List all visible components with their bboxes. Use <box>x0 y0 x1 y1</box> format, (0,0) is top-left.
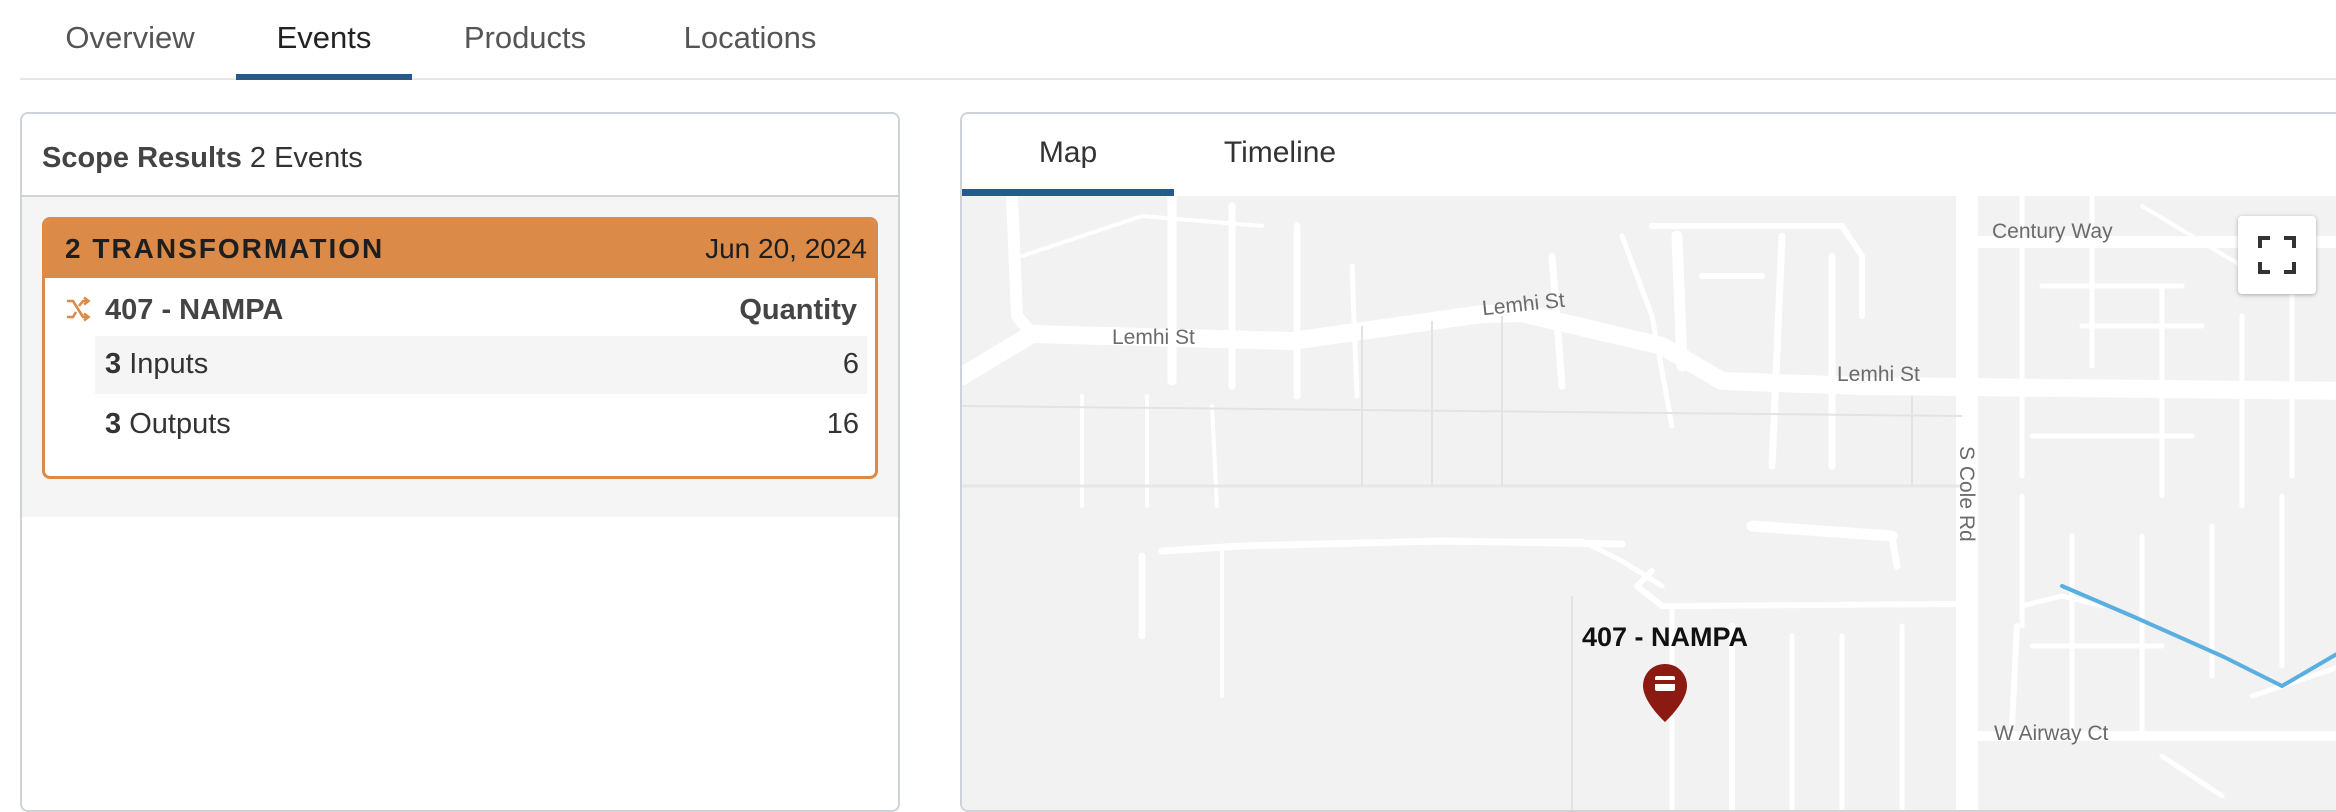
outputs-row[interactable]: 3 Outputs 16 <box>95 396 867 454</box>
marker-label: 407 - NAMPA <box>1582 622 1749 652</box>
map-panel: Map Timeline Century Way Lemhi St Lemhi … <box>960 112 2336 812</box>
tab-map[interactable]: Map <box>962 114 1174 196</box>
event-card-header: 2 TRANSFORMATION Jun 20, 2024 <box>45 220 875 278</box>
inputs-row[interactable]: 3 Inputs 6 <box>95 336 867 394</box>
map-tab-bar: Map Timeline <box>962 114 2336 197</box>
tab-timeline[interactable]: Timeline <box>1174 114 1386 196</box>
fullscreen-button[interactable] <box>2238 216 2316 294</box>
street-label-s-cole-rd: S Cole Rd <box>1955 446 1978 542</box>
outputs-quantity: 16 <box>826 408 859 440</box>
map-streets <box>962 196 2336 810</box>
tab-locations[interactable]: Locations <box>640 14 860 80</box>
scope-results-count: 2 Events <box>249 142 363 174</box>
event-location-name: 407 - NAMPA <box>105 294 284 326</box>
fullscreen-icon <box>2258 236 2296 274</box>
results-list: 2 TRANSFORMATION Jun 20, 2024 407 - NAMP… <box>22 197 898 517</box>
inputs-quantity: 6 <box>842 348 859 380</box>
map-canvas[interactable]: Century Way Lemhi St Lemhi St Lemhi St S… <box>962 196 2336 810</box>
tab-overview[interactable]: Overview <box>40 14 220 80</box>
event-type: 2 TRANSFORMATION <box>65 233 385 264</box>
scope-results-panel: Scope Results 2 Events 2 TRANSFORMATION … <box>20 112 900 812</box>
scope-results-header: Scope Results 2 Events <box>22 114 898 197</box>
scope-results-title: Scope Results <box>42 142 242 174</box>
event-card[interactable]: 2 TRANSFORMATION Jun 20, 2024 407 - NAMP… <box>42 217 878 479</box>
inputs-count: 3 <box>105 348 122 380</box>
street-label-lemhi-3: Lemhi St <box>1837 363 1920 386</box>
event-location-row: 407 - NAMPA Quantity <box>45 278 875 336</box>
outputs-label: Outputs <box>121 408 231 440</box>
event-date: Jun 20, 2024 <box>705 233 867 264</box>
street-label-lemhi-1: Lemhi St <box>1112 326 1195 349</box>
outputs-count: 3 <box>105 408 122 440</box>
quantity-header: Quantity <box>739 294 857 326</box>
top-tab-bar: Overview Events Products Locations <box>20 0 2336 80</box>
route-line <box>2060 584 2336 689</box>
tab-products[interactable]: Products <box>430 14 620 80</box>
shuffle-icon <box>67 296 91 322</box>
inputs-label: Inputs <box>121 348 209 380</box>
tab-events[interactable]: Events <box>236 14 412 80</box>
street-label-w-airway-ct: W Airway Ct <box>1994 722 2109 745</box>
location-marker[interactable] <box>1643 664 1687 722</box>
street-label-century-way: Century Way <box>1992 220 2113 243</box>
